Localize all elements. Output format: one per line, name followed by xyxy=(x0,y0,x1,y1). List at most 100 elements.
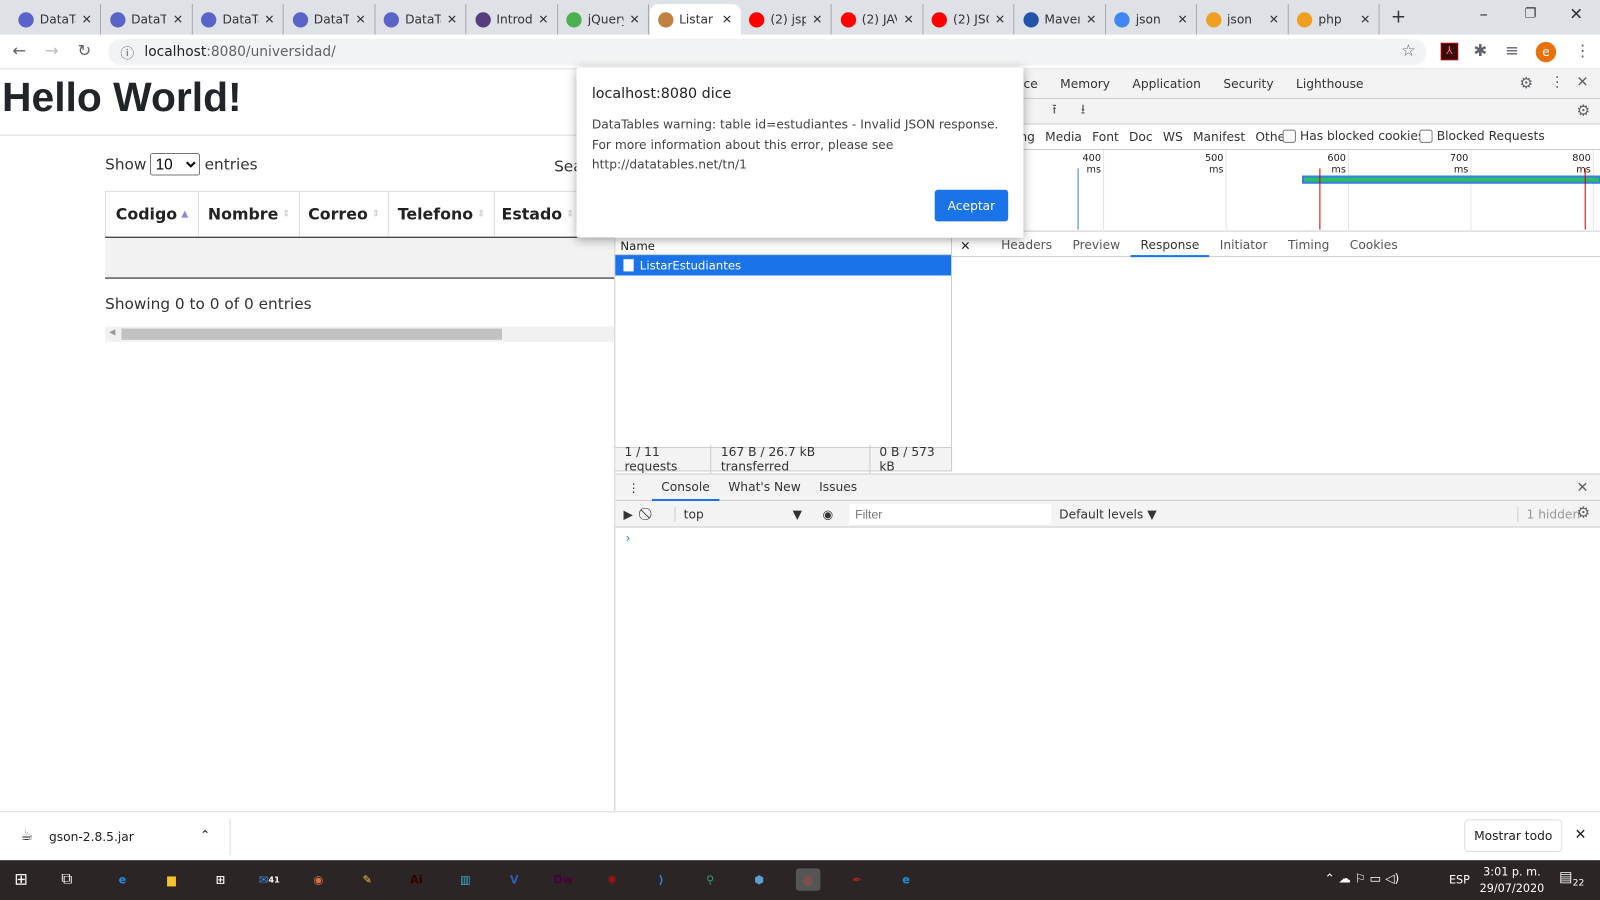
clock[interactable]: 3:01 p. m. 29/07/2020 xyxy=(1480,864,1545,897)
scrollbar-thumb[interactable] xyxy=(121,328,503,340)
has-blocked-cookies[interactable]: Has blocked cookies xyxy=(1282,129,1424,143)
vscode-icon[interactable]: ⟩ xyxy=(649,868,673,890)
ie-icon[interactable]: e xyxy=(894,868,918,890)
devtools-tab[interactable]: Security xyxy=(1223,77,1273,91)
explorer-icon[interactable]: ▆ xyxy=(159,868,183,890)
entries-select[interactable]: 10 xyxy=(150,153,201,176)
has-blocked-checkbox[interactable] xyxy=(1282,129,1296,143)
extensions-icon[interactable]: ✱ xyxy=(1473,42,1487,59)
column-header[interactable]: Correo ⇕ xyxy=(300,190,389,237)
scroll-left-icon[interactable]: ◀ xyxy=(109,328,115,337)
notes-icon[interactable]: ✎ xyxy=(355,868,379,890)
browser-tab[interactable]: json ✕ xyxy=(1106,4,1197,35)
close-tab-icon[interactable]: ✕ xyxy=(630,12,640,26)
box-icon[interactable]: ⬢ xyxy=(747,868,771,890)
detail-tab[interactable]: Preview xyxy=(1062,234,1130,256)
task-view-icon[interactable]: ⧉ xyxy=(61,869,72,887)
sidebar-toggle-icon[interactable]: ▶ xyxy=(623,507,639,521)
info-icon[interactable]: ⓘ xyxy=(120,42,134,62)
blocked-requests[interactable]: Blocked Requests xyxy=(1419,129,1545,143)
visio-icon[interactable]: V xyxy=(502,868,526,890)
store-icon[interactable]: ⊞ xyxy=(208,868,232,890)
notifications-icon[interactable]: ▤22 xyxy=(1559,869,1584,888)
browser-tab[interactable]: json ✕ xyxy=(1197,4,1289,35)
close-devtools-icon[interactable]: ✕ xyxy=(1577,76,1589,90)
restore-button[interactable]: ❐ xyxy=(1524,7,1536,20)
close-tab-icon[interactable]: ✕ xyxy=(447,12,457,26)
browser-tab[interactable]: jQuery ✕ xyxy=(558,4,649,35)
column-header[interactable]: Nombre ⇕ xyxy=(199,190,300,237)
browser-tab[interactable]: DataTables ✕ xyxy=(102,4,193,35)
close-tab-icon[interactable]: ✕ xyxy=(722,12,732,26)
filter-type[interactable]: Manifest xyxy=(1193,130,1245,144)
settings-icon[interactable]: ⚙ xyxy=(1519,75,1533,91)
browser-tab[interactable]: php ✕ xyxy=(1289,4,1380,35)
detail-tab[interactable]: Cookies xyxy=(1340,234,1408,256)
devtools-tab[interactable]: Lighthouse xyxy=(1296,77,1363,91)
media-control-icon[interactable]: ≡ xyxy=(1505,42,1519,59)
column-header[interactable]: Codigo ▲ xyxy=(105,190,199,237)
detail-tab[interactable]: Initiator xyxy=(1210,234,1278,256)
star-icon[interactable]: ☆ xyxy=(1401,42,1416,59)
show-all-button[interactable]: Mostrar todo xyxy=(1464,819,1563,853)
more-icon[interactable]: ⋮ xyxy=(1550,76,1564,90)
request-row[interactable]: ListarEstudiantes xyxy=(615,255,952,276)
blocked-requests-checkbox[interactable] xyxy=(1419,129,1433,143)
close-tab-icon[interactable]: ✕ xyxy=(173,12,183,26)
browser-tab[interactable]: (2) jsp ✕ xyxy=(741,4,832,35)
close-tab-icon[interactable]: ✕ xyxy=(812,12,822,26)
network-settings-icon[interactable]: ⚙ xyxy=(1577,103,1591,118)
console-prompt[interactable]: › xyxy=(626,531,631,545)
live-expression-icon[interactable]: ◉ xyxy=(822,507,849,521)
browser-tab[interactable]: DataTables ✕ xyxy=(10,4,102,35)
illustrator-icon[interactable]: Ai xyxy=(404,868,428,890)
browser-tab[interactable]: (2) JAVA ✕ xyxy=(832,4,923,35)
browser-tab[interactable]: (2) JSON ✕ xyxy=(923,4,1015,35)
column-header[interactable]: Estado ⇕ xyxy=(495,190,582,237)
media-icon[interactable]: ◉ xyxy=(306,868,330,890)
filter-type[interactable]: Font xyxy=(1092,130,1119,144)
log-levels-dropdown[interactable]: Default levels ▼ xyxy=(1059,507,1156,521)
close-tab-icon[interactable]: ✕ xyxy=(1269,12,1279,26)
close-tab-icon[interactable]: ✕ xyxy=(82,12,92,26)
drawer-tab[interactable]: Issues xyxy=(810,474,866,501)
reload-icon[interactable]: ↻ xyxy=(78,42,92,59)
filter-type[interactable]: WS xyxy=(1163,130,1183,144)
import-har-icon[interactable]: ⭱ xyxy=(1052,103,1057,116)
profile-avatar[interactable]: e xyxy=(1535,41,1557,63)
new-tab-button[interactable]: + xyxy=(1391,8,1406,26)
dreamweaver-icon[interactable]: Dw xyxy=(551,868,575,890)
download-item[interactable]: gson-2.8.5.jar xyxy=(49,830,134,844)
close-drawer-icon[interactable]: ✕ xyxy=(1577,481,1589,495)
menu-icon[interactable]: ⋮ xyxy=(1574,42,1590,59)
accept-button[interactable]: Aceptar xyxy=(934,189,1009,222)
close-tab-icon[interactable]: ✕ xyxy=(356,12,366,26)
browser-tab[interactable]: Maven ✕ xyxy=(1015,4,1106,35)
export-har-icon[interactable]: ⭳ xyxy=(1081,103,1086,116)
browser-tab[interactable]: DataTables ✕ xyxy=(376,4,467,35)
close-tab-icon[interactable]: ✕ xyxy=(904,12,914,26)
drawer-tab[interactable]: Console xyxy=(652,474,720,501)
close-download-bar-icon[interactable]: ✕ xyxy=(1574,827,1586,843)
minimize-button[interactable]: – xyxy=(1480,6,1488,22)
close-window-button[interactable]: ✕ xyxy=(1569,6,1583,22)
devtools-tab[interactable]: Memory xyxy=(1060,77,1110,91)
close-tab-icon[interactable]: ✕ xyxy=(1177,12,1187,26)
edge-icon[interactable]: e xyxy=(110,868,134,890)
console-filter-input[interactable] xyxy=(848,503,1052,524)
close-tab-icon[interactable]: ✕ xyxy=(538,12,548,26)
drawer-menu-icon[interactable]: ⋮ xyxy=(628,480,640,494)
detail-tab[interactable]: Timing xyxy=(1278,234,1340,256)
browser-tab[interactable]: Introduction ✕ xyxy=(467,4,558,35)
address-bar[interactable]: ⓘ localhost:8080/universidad/ xyxy=(108,38,1427,66)
close-tab-icon[interactable]: ✕ xyxy=(995,12,1005,26)
browser-tab[interactable]: DataTables ✕ xyxy=(284,4,375,35)
maps-icon[interactable]: ⚲ xyxy=(698,868,722,890)
devtools-tab[interactable]: ce xyxy=(1023,77,1037,91)
browser-tab[interactable]: DataTables ✕ xyxy=(193,4,284,35)
system-tray-icons[interactable]: ⌃ ☁ ⚐ ▭ ◁) xyxy=(1324,871,1399,885)
acrobat-extension-icon[interactable]: ⅄ xyxy=(1440,42,1459,61)
close-detail-icon[interactable]: ✕ xyxy=(960,238,970,252)
context-select[interactable]: top ▼ xyxy=(674,506,802,521)
forward-icon[interactable]: → xyxy=(45,42,59,59)
